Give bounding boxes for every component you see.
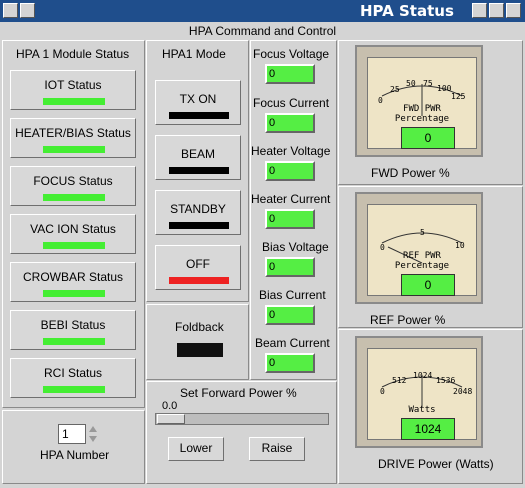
heater-voltage-field: 0 — [265, 161, 315, 181]
hpa-number-panel — [2, 410, 145, 484]
focus-current-field: 0 — [265, 113, 315, 133]
hpa-number-input[interactable]: 1 — [58, 424, 86, 444]
bias-voltage-label: Bias Voltage — [262, 240, 329, 254]
focus-status-button[interactable]: FOCUS Status — [10, 166, 136, 206]
mode-title: HPA1 Mode — [162, 47, 226, 61]
heater-current-field: 0 — [265, 209, 315, 229]
raise-button[interactable]: Raise — [249, 437, 305, 461]
drive-power-gauge: 0 512 1024 1536 2048 Watts 1024 — [355, 336, 483, 448]
drive-power-value: 1024 — [401, 418, 455, 440]
fwd-power-gauge: 0 25 50 75 100 125 FWD PWR Percentage 0 — [355, 45, 483, 157]
foldback-label: Foldback — [175, 320, 224, 334]
fwd-power-caption: FWD Power % — [371, 166, 450, 180]
status-indicator — [43, 242, 105, 249]
beam-current-label: Beam Current — [255, 336, 330, 350]
focus-current-label: Focus Current — [253, 96, 330, 110]
window-title: HPA Status — [360, 2, 454, 20]
heater-voltage-label: Heater Voltage — [251, 144, 331, 158]
close-button[interactable] — [506, 3, 521, 18]
foldback-indicator — [177, 343, 223, 357]
ref-power-gauge: 0 5 10 REF PWR Percentage 0 — [355, 192, 483, 304]
tx-on-button[interactable]: TX ON — [155, 80, 241, 125]
module-status-title: HPA 1 Module Status — [16, 47, 130, 61]
vac-ion-status-button[interactable]: VAC ION Status — [10, 214, 136, 254]
beam-current-field: 0 — [265, 353, 315, 373]
crowbar-status-button[interactable]: CROWBAR Status — [10, 262, 136, 302]
status-indicator — [43, 338, 105, 345]
mode-indicator — [169, 222, 229, 229]
page-title: HPA Command and Control — [188, 24, 337, 38]
window-menu-button[interactable] — [3, 3, 18, 18]
status-indicator — [43, 146, 105, 153]
ref-power-caption: REF Power % — [370, 313, 446, 327]
window-shade-button[interactable] — [20, 3, 35, 18]
status-indicator — [43, 98, 105, 105]
mode-indicator — [169, 112, 229, 119]
drive-power-caption: DRIVE Power (Watts) — [378, 457, 494, 471]
iot-status-button[interactable]: IOT Status — [10, 70, 136, 110]
hpa-number-label: HPA Number — [40, 448, 110, 462]
standby-button[interactable]: STANDBY — [155, 190, 241, 235]
heater-current-label: Heater Current — [251, 192, 331, 206]
bias-current-label: Bias Current — [259, 288, 326, 302]
heater-bias-status-button[interactable]: HEATER/BIAS Status — [10, 118, 136, 158]
power-slider[interactable] — [155, 413, 329, 425]
title-bar: HPA Status — [0, 0, 525, 22]
set-power-label: Set Forward Power % — [180, 386, 297, 400]
rci-status-button[interactable]: RCI Status — [10, 358, 136, 398]
foldback-panel — [146, 304, 249, 380]
status-indicator — [43, 290, 105, 297]
beam-button[interactable]: BEAM — [155, 135, 241, 180]
hpa-number-spinner[interactable] — [88, 424, 98, 444]
set-power-value: 0.0 — [162, 400, 178, 412]
off-button[interactable]: OFF — [155, 245, 241, 290]
bebi-status-button[interactable]: BEBI Status — [10, 310, 136, 350]
spinner-arrows-icon — [89, 426, 97, 442]
ref-power-value: 0 — [401, 274, 455, 296]
bias-voltage-field: 0 — [265, 257, 315, 277]
mode-indicator — [169, 277, 229, 284]
bias-current-field: 0 — [265, 305, 315, 325]
focus-voltage-label: Focus Voltage — [253, 47, 330, 61]
mode-indicator — [169, 167, 229, 174]
minimize-button[interactable] — [472, 3, 487, 18]
lower-button[interactable]: Lower — [168, 437, 224, 461]
status-indicator — [43, 386, 105, 393]
fwd-power-value: 0 — [401, 127, 455, 149]
status-indicator — [43, 194, 105, 201]
maximize-button[interactable] — [489, 3, 504, 18]
focus-voltage-field: 0 — [265, 64, 315, 84]
slider-handle[interactable] — [157, 414, 185, 424]
